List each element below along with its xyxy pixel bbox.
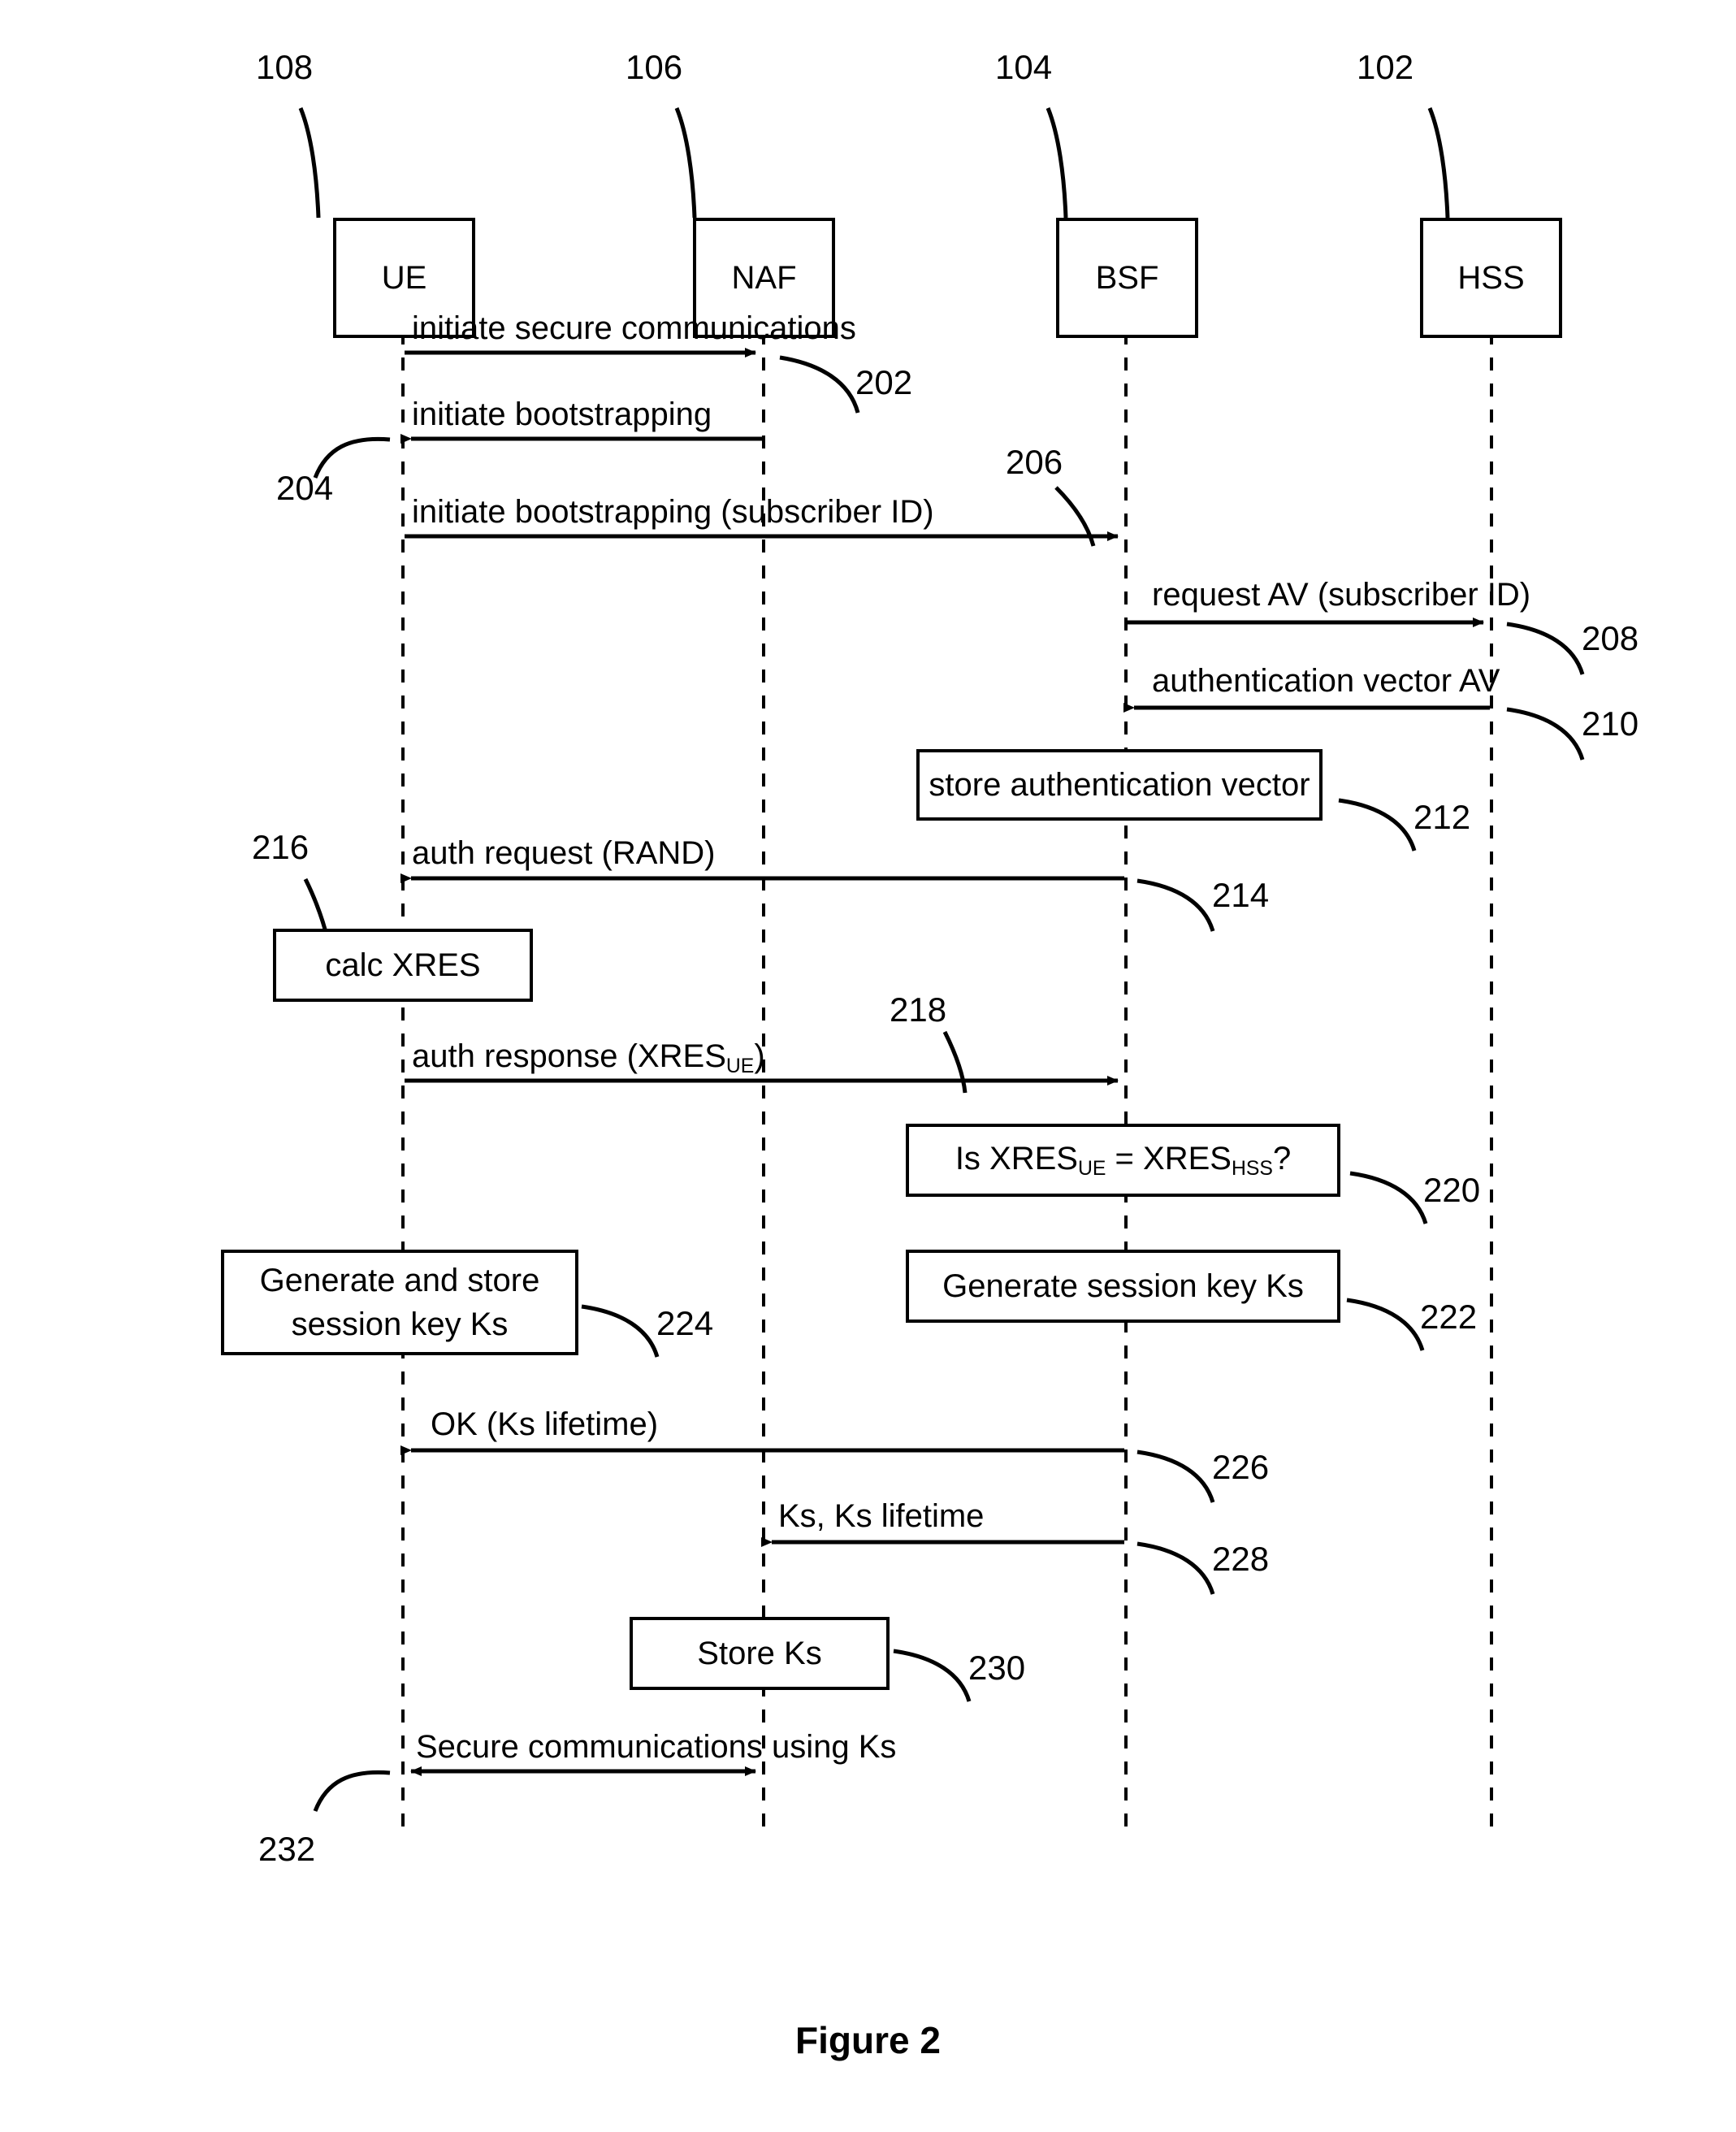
message-label-218-pre: auth response (XRES	[412, 1038, 726, 1074]
action-box-label-224: Generate and store session key Ks	[224, 1259, 575, 1346]
action-box-label-220: Is XRESUE = XRESHSS?	[909, 1141, 1337, 1181]
leader-212	[1338, 798, 1417, 852]
action-box-generate-and-store-session-key: Generate and store session key Ks	[221, 1250, 578, 1355]
refnum-204: 204	[276, 469, 334, 507]
entity-box-hss: HSS	[1420, 218, 1562, 338]
leader-214	[1136, 878, 1215, 932]
refnum-102: 102	[1357, 48, 1414, 86]
refnum-104: 104	[995, 48, 1053, 86]
message-label-218-sub: UE	[725, 1055, 755, 1077]
action-box-label-216: calc XRES	[325, 947, 481, 983]
entity-label-hss: HSS	[1457, 259, 1525, 296]
leader-226	[1136, 1450, 1215, 1503]
refnum-218: 218	[890, 990, 947, 1029]
refnum-220: 220	[1423, 1171, 1481, 1209]
action-box-label-224-line2: session key Ks	[291, 1306, 509, 1342]
refnum-228: 228	[1212, 1540, 1270, 1578]
leader-210	[1506, 707, 1585, 760]
leader-208	[1506, 622, 1585, 675]
action-box-label-230: Store Ks	[697, 1635, 822, 1671]
message-label-208: request AV (subscriber ID)	[1152, 577, 1531, 613]
refnum-108: 108	[256, 48, 314, 86]
message-label-228: Ks, Ks lifetime	[778, 1498, 985, 1534]
entity-box-bsf: BSF	[1056, 218, 1198, 338]
refnum-216: 216	[252, 828, 310, 866]
refnum-224: 224	[656, 1304, 714, 1342]
leader-222	[1346, 1298, 1425, 1351]
action-box-store-authentication-vector: store authentication vector	[916, 749, 1323, 821]
message-label-226: OK (Ks lifetime)	[431, 1406, 659, 1442]
leader-224	[581, 1304, 660, 1358]
action-box-calc-xres: calc XRES	[273, 929, 533, 1002]
message-label-206: initiate bootstrapping (subscriber ID)	[412, 494, 934, 530]
entity-label-ue: UE	[381, 259, 427, 296]
message-label-218: auth response (XRESUE)	[412, 1040, 765, 1077]
action-box-label-212: store authentication vector	[929, 766, 1310, 803]
leader-230	[893, 1649, 972, 1702]
message-label-232: Secure communications using Ks	[416, 1729, 897, 1765]
action-box-store-ks: Store Ks	[630, 1617, 890, 1690]
action-box-label-220-sub2: HSS	[1231, 1157, 1273, 1180]
leader-228	[1136, 1541, 1215, 1595]
leader-218	[942, 1030, 968, 1094]
action-box-xres-comparison: Is XRESUE = XRESHSS?	[906, 1124, 1340, 1197]
refnum-202: 202	[855, 363, 913, 401]
entity-label-bsf: BSF	[1095, 259, 1159, 296]
message-label-210: authentication vector AV	[1152, 663, 1500, 699]
action-box-label-220-mid: = XRES	[1106, 1140, 1232, 1176]
message-label-204: initiate bootstrapping	[412, 396, 712, 432]
refnum-222: 222	[1420, 1298, 1478, 1336]
message-label-218-post: )	[754, 1038, 765, 1074]
leader-102	[1427, 107, 1450, 219]
leader-104	[1045, 107, 1068, 219]
refnum-230: 230	[968, 1649, 1026, 1687]
message-label-214: auth request (RAND)	[412, 835, 716, 871]
refnum-106: 106	[626, 48, 683, 86]
action-box-label-222: Generate session key Ks	[942, 1268, 1304, 1304]
refnum-212: 212	[1413, 798, 1471, 836]
patent-figure-page: UE NAF BSF HSS 108 106 104 102 initiate …	[0, 0, 1736, 2132]
refnum-206: 206	[1006, 443, 1063, 481]
leader-232	[313, 1770, 391, 1812]
action-box-label-220-post: ?	[1272, 1140, 1292, 1176]
refnum-232: 232	[258, 1830, 316, 1868]
entity-label-naf: NAF	[731, 259, 797, 296]
figure-caption: Figure 2	[795, 2019, 941, 2061]
action-box-label-220-pre: Is XRES	[955, 1140, 1078, 1176]
refnum-226: 226	[1212, 1448, 1270, 1486]
action-box-generate-session-key: Generate session key Ks	[906, 1250, 1340, 1323]
action-box-label-220-sub1: UE	[1077, 1157, 1106, 1180]
refnum-214: 214	[1212, 876, 1270, 914]
action-box-label-224-line1: Generate and store	[259, 1263, 540, 1298]
refnum-208: 208	[1582, 619, 1639, 657]
leader-220	[1349, 1171, 1428, 1224]
message-label-202: initiate secure communications	[412, 310, 856, 346]
leader-202	[779, 355, 860, 414]
refnum-210: 210	[1582, 704, 1639, 743]
leader-106	[674, 107, 697, 219]
leader-108	[298, 107, 321, 219]
